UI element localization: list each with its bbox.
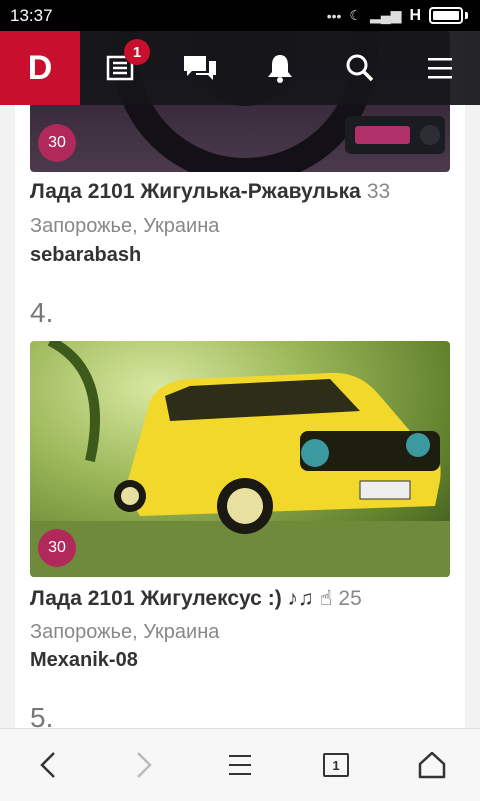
logo-button[interactable]: D	[0, 31, 80, 105]
battery-tip	[465, 12, 468, 19]
forward-button[interactable]	[96, 729, 192, 801]
item-location: Запорожье, Украина	[30, 215, 220, 237]
browser-menu-button[interactable]	[192, 729, 288, 801]
item-location: Запорожье, Украина	[30, 621, 220, 643]
yellow-car-photo	[30, 341, 450, 577]
more-icon: •••	[326, 7, 342, 24]
top-nav: D 1	[0, 31, 480, 105]
item-author[interactable]: Mexanik-08	[30, 649, 138, 672]
home-button[interactable]	[384, 729, 480, 801]
status-time: 13:37	[10, 5, 53, 25]
menu-button[interactable]	[400, 31, 480, 105]
item-title-row[interactable]: Лада 2101 Жигулексус :) ♪♫ ☝ 25	[30, 586, 362, 611]
browser-bottom-bar: 1	[0, 728, 480, 801]
rating-badge: 30	[38, 529, 76, 567]
notifications-button[interactable]	[240, 31, 320, 105]
rank-number: 4.	[30, 297, 54, 328]
car-photo-2[interactable]: 30	[30, 341, 450, 577]
content-area: 30 Лада 2101 Жигулька-Ржавулька 33 Запоро…	[15, 31, 465, 728]
messages-button[interactable]	[160, 31, 240, 105]
item-count: 33	[366, 180, 391, 203]
tabs-count: 1	[323, 753, 349, 777]
status-icons: ••• ☾ ▂▄▆ H	[327, 7, 468, 25]
home-icon	[418, 751, 446, 779]
item-title-row[interactable]: Лада 2101 Жигулька-Ржавулька 33	[30, 180, 390, 204]
chevron-left-icon	[40, 752, 55, 778]
bell-icon	[268, 55, 292, 83]
hamburger-icon	[229, 755, 251, 775]
network-type: H	[409, 6, 421, 24]
item-author[interactable]: sebarabash	[30, 244, 141, 267]
feed-button[interactable]: 1	[80, 31, 160, 105]
status-bar: 13:37 ••• ☾ ▂▄▆ H	[0, 0, 480, 31]
hamburger-icon	[428, 58, 452, 79]
rating-badge: 30	[38, 124, 76, 162]
search-button[interactable]	[320, 31, 400, 105]
tabs-button[interactable]: 1	[288, 729, 384, 801]
moon-icon: ☾	[349, 7, 362, 23]
notification-badge: 1	[124, 39, 150, 65]
item-title[interactable]: Лада 2101 Жигулька-Ржавулька	[30, 180, 361, 203]
search-icon	[346, 54, 374, 82]
chevron-right-icon	[137, 752, 152, 778]
signal-icon: ▂▄▆	[369, 7, 402, 23]
chat-icon	[184, 56, 216, 80]
item-count: 25	[338, 587, 362, 610]
battery-icon	[429, 7, 463, 24]
item-title[interactable]: Лада 2101 Жигулексус :) ♪♫ ☝	[30, 587, 332, 610]
back-button[interactable]	[0, 729, 96, 801]
rank-number: 5.	[30, 702, 54, 728]
